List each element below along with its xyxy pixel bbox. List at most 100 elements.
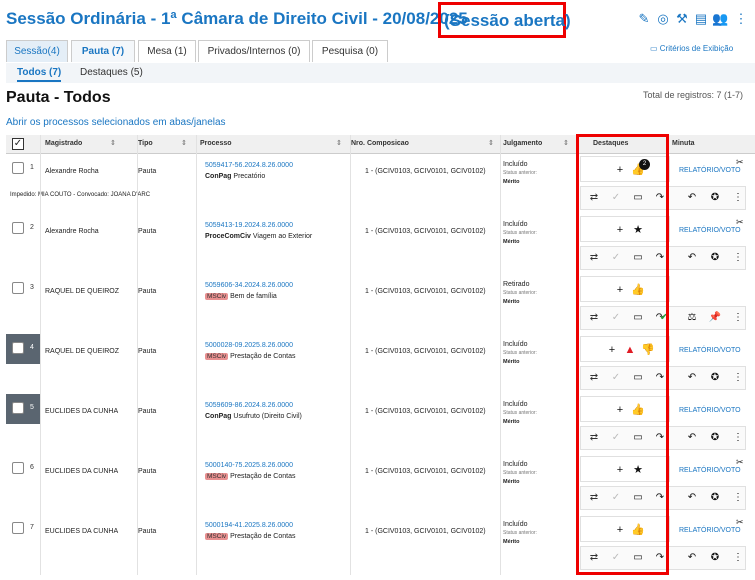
subtab-destaques[interactable]: Destaques (5) (80, 67, 143, 78)
monitor-icon[interactable]: ▭ (631, 492, 645, 504)
check-icon[interactable]: ✓ (609, 432, 623, 444)
check-icon[interactable]: ✓ (609, 312, 623, 324)
approved-seal-icon[interactable]: ✪ (708, 252, 722, 264)
redo-icon[interactable]: ↷ (653, 192, 667, 204)
tab-sessao[interactable]: Sessão(4) (6, 40, 68, 62)
redo-icon[interactable]: ↷ (653, 252, 667, 264)
star-icon[interactable]: ★ (631, 464, 645, 476)
approved-seal-icon[interactable]: ✪ (708, 372, 722, 384)
monitor-icon[interactable]: ▭ (631, 312, 645, 324)
scissors-icon[interactable]: ✂ (736, 217, 744, 228)
scissors-icon[interactable]: ✂ (736, 517, 744, 528)
undo-icon[interactable]: ↶ (685, 192, 699, 204)
undo-icon[interactable]: ↶ (685, 492, 699, 504)
thumbs-up-icon[interactable]: 👍 (631, 404, 645, 416)
col-processo[interactable]: Processo (200, 140, 232, 147)
select-all-checkbox[interactable]: ✓ (12, 138, 24, 150)
sort-icon[interactable]: ⇕ (336, 139, 342, 147)
monitor-icon[interactable]: ▭ (631, 372, 645, 384)
more-icon[interactable]: ⋮ (731, 432, 745, 444)
criteria-link[interactable]: ▭ Critérios de Exibição (650, 44, 733, 53)
warning-icon[interactable]: ▲ (623, 344, 637, 356)
plus-icon[interactable]: + (613, 224, 627, 236)
more-icon[interactable]: ⋮ (731, 552, 745, 564)
tab-pauta[interactable]: Pauta (7) (71, 40, 135, 62)
plus-icon[interactable]: + (613, 464, 627, 476)
monitor-icon[interactable]: ▭ (631, 432, 645, 444)
subtab-todos[interactable]: Todos (7) (17, 67, 62, 82)
row-checkbox[interactable] (12, 342, 24, 354)
col-composicao[interactable]: Nro. Composicao (351, 140, 409, 147)
thumbs-up-icon[interactable]: 👍 (631, 284, 645, 296)
approved-seal-icon[interactable]: ✪ (708, 432, 722, 444)
sort-icon[interactable]: ⇕ (563, 139, 569, 147)
more-icon[interactable]: ⋮ (731, 252, 745, 264)
monitor-icon[interactable]: ▭ (631, 552, 645, 564)
broadcast-icon[interactable]: ◎ (655, 11, 671, 27)
process-link[interactable]: 5059413-19.2024.8.26.0000 (205, 222, 293, 229)
approved-seal-icon[interactable]: ✪ (708, 492, 722, 504)
relatorio-voto-link[interactable]: RELATÓRIO/VOTO (679, 467, 741, 474)
row-checkbox[interactable] (12, 402, 24, 414)
approved-seal-icon[interactable]: ✪ (708, 552, 722, 564)
relatorio-voto-link[interactable]: RELATÓRIO/VOTO (679, 347, 741, 354)
relatorio-voto-link[interactable]: RELATÓRIO/VOTO (679, 167, 741, 174)
edit-icon[interactable]: ✎ (636, 11, 652, 27)
row-checkbox[interactable] (12, 282, 24, 294)
undo-icon[interactable]: ↶ (685, 252, 699, 264)
row-checkbox[interactable] (12, 522, 24, 534)
relatorio-voto-link[interactable]: RELATÓRIO/VOTO (679, 407, 741, 414)
pin-icon[interactable]: 📌 (708, 312, 722, 324)
col-julgamento[interactable]: Julgamento (503, 140, 542, 147)
swap-icon[interactable]: ⇄ (587, 312, 601, 324)
relatorio-voto-link[interactable]: RELATÓRIO/VOTO (679, 227, 741, 234)
swap-icon[interactable]: ⇄ (587, 252, 601, 264)
undo-icon[interactable]: ↶ (685, 432, 699, 444)
tab-mesa[interactable]: Mesa (1) (138, 40, 196, 62)
process-link[interactable]: 5000140-75.2025.8.26.0000 (205, 462, 293, 469)
check-icon[interactable]: ✓ (609, 252, 623, 264)
plus-icon[interactable]: + (613, 284, 627, 296)
check-icon[interactable]: ✓ (609, 192, 623, 204)
more-icon[interactable]: ⋮ (731, 492, 745, 504)
process-link[interactable]: 5059417-56.2024.8.26.0000 (205, 162, 293, 169)
process-link[interactable]: 5000194-41.2025.8.26.0000 (205, 522, 293, 529)
plus-icon[interactable]: + (613, 404, 627, 416)
swap-icon[interactable]: ⇄ (587, 552, 601, 564)
redo-icon[interactable]: ↷ (653, 492, 667, 504)
undo-icon[interactable]: ↶ (685, 372, 699, 384)
more-icon[interactable]: ⋮ (733, 11, 749, 27)
process-link[interactable]: 5000028-09.2025.8.26.0000 (205, 342, 293, 349)
gavel-icon[interactable]: ⚖ (685, 312, 699, 324)
check-icon[interactable]: ✓ (609, 372, 623, 384)
undo-icon[interactable]: ↶ (685, 552, 699, 564)
open-selected-link[interactable]: Abrir os processos selecionados em abas/… (6, 117, 226, 128)
more-icon[interactable]: ⋮ (731, 372, 745, 384)
sort-icon[interactable]: ⇕ (488, 139, 494, 147)
relatorio-voto-link[interactable]: RELATÓRIO/VOTO (679, 527, 741, 534)
tab-pesquisa[interactable]: Pesquisa (0) (312, 40, 388, 62)
check-icon[interactable]: ✓ (609, 552, 623, 564)
swap-icon[interactable]: ⇄ (587, 432, 601, 444)
swap-icon[interactable]: ⇄ (587, 192, 601, 204)
plus-icon[interactable]: + (613, 524, 627, 536)
redo-icon[interactable]: ↷ (653, 432, 667, 444)
process-link[interactable]: 5059609-86.2024.8.26.0000 (205, 402, 293, 409)
monitor-icon[interactable]: ▭ (631, 252, 645, 264)
star-icon[interactable]: ★ (631, 224, 645, 236)
row-checkbox[interactable] (12, 162, 24, 174)
more-icon[interactable]: ⋮ (731, 192, 745, 204)
sort-icon[interactable]: ⇕ (110, 139, 116, 147)
plus-icon[interactable]: + (605, 344, 619, 356)
row-checkbox[interactable] (12, 222, 24, 234)
col-tipo[interactable]: Tipo (138, 140, 153, 147)
check-icon[interactable]: ✓ (609, 492, 623, 504)
tab-privados[interactable]: Privados/Internos (0) (198, 40, 310, 62)
approved-seal-icon[interactable]: ✪ (708, 192, 722, 204)
monitor-icon[interactable]: ▭ (631, 192, 645, 204)
redo-icon[interactable]: ↷ (653, 552, 667, 564)
users-icon[interactable]: 👥 (712, 11, 728, 27)
verified-icon[interactable]: ✔ (657, 312, 671, 324)
plus-icon[interactable]: + (613, 164, 627, 176)
redo-icon[interactable]: ↷ (653, 372, 667, 384)
